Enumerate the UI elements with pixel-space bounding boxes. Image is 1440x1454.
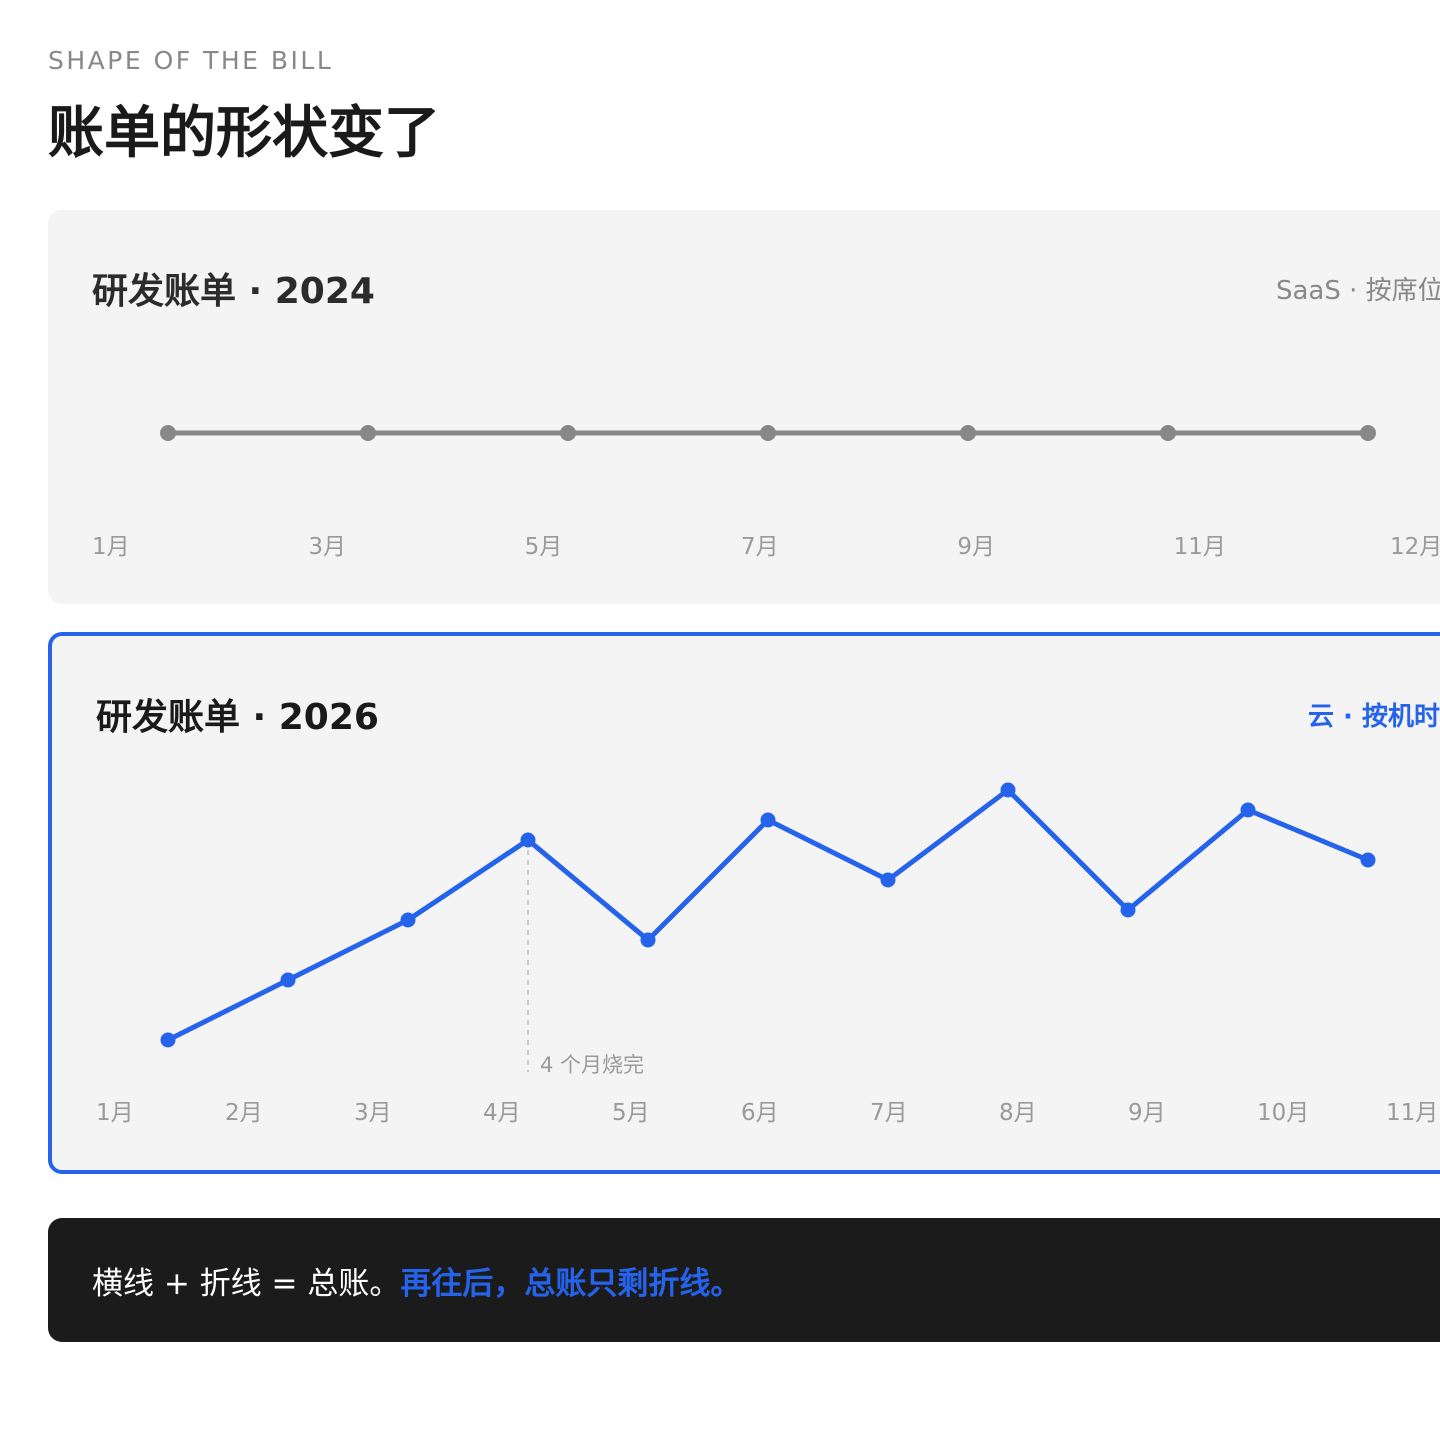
data-point	[760, 812, 776, 828]
x-tick-label: 3月	[354, 1100, 392, 1126]
data-point	[1360, 425, 1376, 441]
data-point	[880, 872, 896, 888]
x-tick-label: 1月	[92, 534, 130, 560]
x-tick-label: 6月	[741, 1100, 779, 1126]
x-tick-label: 1月	[96, 1100, 134, 1126]
annotation-label: 4 个月烧完	[540, 1053, 644, 1077]
data-point	[1000, 782, 1016, 798]
x-tick-label: 9月	[1128, 1100, 1166, 1126]
x-tick-label: 9月	[957, 534, 995, 560]
data-point	[160, 1032, 176, 1048]
data-point	[760, 425, 776, 441]
x-tick-label: 4月	[483, 1100, 521, 1126]
chart-card-2024: 研发账单 · 2024 SaaS · 按席位 1月 3月 5月 7月 9月 11月 12月	[48, 210, 1440, 604]
x-tick-label: 3月	[308, 534, 346, 560]
footer-text-accent: 再往后，总账只剩折线。	[400, 1266, 742, 1302]
data-point	[1240, 802, 1256, 818]
data-point	[400, 912, 416, 928]
page-title: 账单的形状变了	[48, 101, 440, 166]
x-tick-label: 11月	[1386, 1100, 1438, 1126]
x-tick-label: 8月	[999, 1100, 1037, 1126]
chart-2024-svg: 1月 3月 5月 7月 9月 11月 12月	[92, 425, 1440, 560]
data-point	[1160, 425, 1176, 441]
chart-card-2026: 研发账单 · 2026 云 · 按机时 4 个月烧完 1月 2月 3月 4月 5月 6月 7月…	[48, 632, 1440, 1174]
data-point	[360, 425, 376, 441]
data-point	[280, 972, 296, 988]
x-tick-label: 10月	[1257, 1100, 1309, 1126]
data-point	[640, 932, 656, 948]
x-tick-label: 11月	[1174, 534, 1226, 560]
data-point	[1120, 902, 1136, 918]
data-point	[960, 425, 976, 441]
x-tick-label: 5月	[612, 1100, 650, 1126]
data-point	[520, 832, 536, 848]
data-point	[560, 425, 576, 441]
data-point	[160, 425, 176, 441]
data-point	[1360, 852, 1376, 868]
footer-text-plain: 横线 + 折线 = 总账。	[92, 1266, 401, 1302]
x-tick-label: 2月	[225, 1100, 263, 1126]
x-tick-label: 12月	[1390, 534, 1440, 560]
footer-text: 横线 + 折线 = 总账。再往后，总账只剩折线。	[92, 1258, 741, 1303]
chart-2026-svg: 4 个月烧完 1月 2月 3月 4月 5月 6月 7月 8月 9月 10月 11月	[96, 782, 1438, 1126]
eyebrow-label: SHAPE OF THE BILL	[48, 46, 334, 75]
x-tick-label: 7月	[741, 534, 779, 560]
x-tick-label: 5月	[525, 534, 563, 560]
x-tick-label: 7月	[870, 1100, 908, 1126]
footer-banner: 横线 + 折线 = 总账。再往后，总账只剩折线。	[48, 1218, 1440, 1342]
